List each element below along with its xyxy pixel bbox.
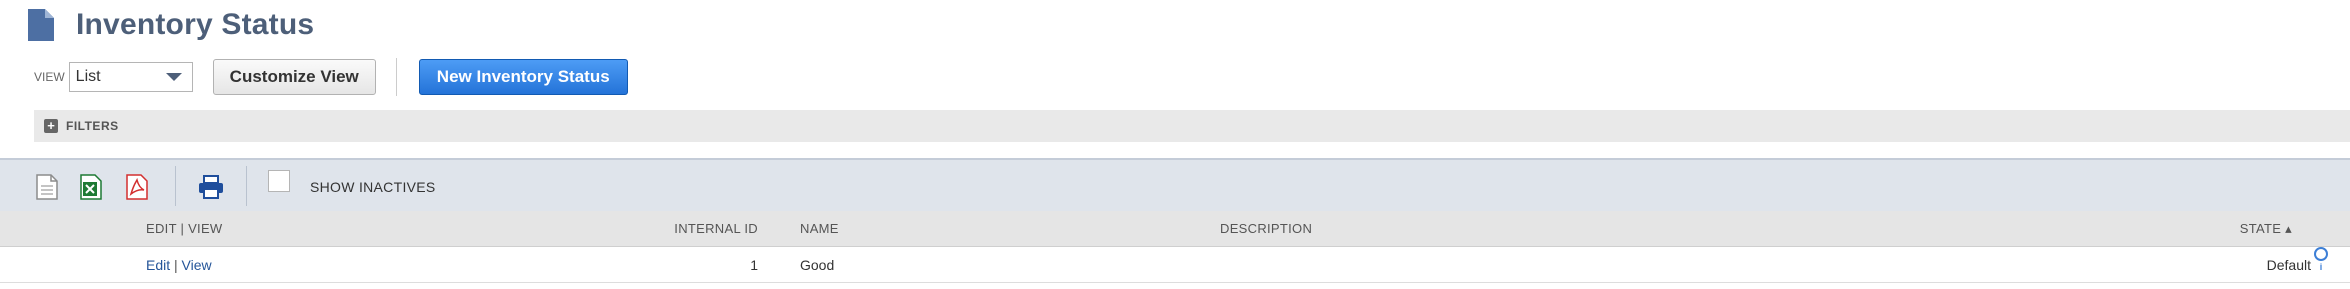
view-label: VIEW (34, 70, 65, 84)
view-controls: VIEW List Customize View New Inventory S… (34, 58, 628, 96)
list-toolbar: SHOW INACTIVES (0, 158, 2350, 211)
excel-export-icon[interactable] (80, 174, 102, 200)
show-inactives-checkbox[interactable] (268, 170, 290, 192)
column-header-name[interactable]: NAME (800, 211, 839, 247)
edit-view-cell: Edit | View (146, 247, 212, 283)
column-header-description[interactable]: DESCRIPTION (1220, 211, 1312, 247)
internal-id-cell: 1 (750, 257, 758, 273)
toolbar-divider (175, 166, 176, 206)
chevron-down-icon (165, 73, 182, 81)
new-inventory-status-button[interactable]: New Inventory Status (418, 59, 628, 95)
edit-link[interactable]: Edit (146, 257, 170, 273)
column-header-internal-id[interactable]: INTERNAL ID (674, 211, 758, 247)
state-cell: Default i (2266, 247, 2328, 283)
info-icon[interactable]: i (2314, 247, 2328, 272)
link-separator: | (174, 257, 178, 273)
pdf-export-icon[interactable] (126, 174, 148, 200)
table-row: Edit | View 1 Good Default i (0, 247, 2350, 283)
view-select[interactable]: List (68, 62, 193, 92)
filters-bar[interactable]: + FILTERS (34, 110, 2350, 142)
toolbar-divider (246, 166, 247, 206)
show-inactives-label: SHOW INACTIVES (310, 179, 436, 195)
csv-export-icon[interactable] (36, 174, 58, 200)
state-value: Default (2266, 257, 2311, 273)
customize-view-button[interactable]: Customize View (212, 59, 376, 95)
view-link[interactable]: View (182, 257, 212, 273)
view-select-value: List (75, 68, 101, 85)
filters-label: FILTERS (66, 119, 119, 133)
expand-plus-icon[interactable]: + (44, 119, 58, 133)
document-icon (28, 9, 54, 41)
print-icon[interactable] (198, 174, 224, 200)
column-header-state[interactable]: STATE ▴ (2240, 211, 2292, 247)
toolbar-separator (395, 58, 397, 96)
page-title: Inventory Status (76, 8, 315, 41)
column-header-edit-view: EDIT | VIEW (146, 221, 223, 236)
page-header: Inventory Status (28, 4, 314, 46)
table-header: EDIT | VIEW INTERNAL ID NAME DESCRIPTION… (0, 211, 2350, 247)
name-cell: Good (800, 257, 835, 273)
